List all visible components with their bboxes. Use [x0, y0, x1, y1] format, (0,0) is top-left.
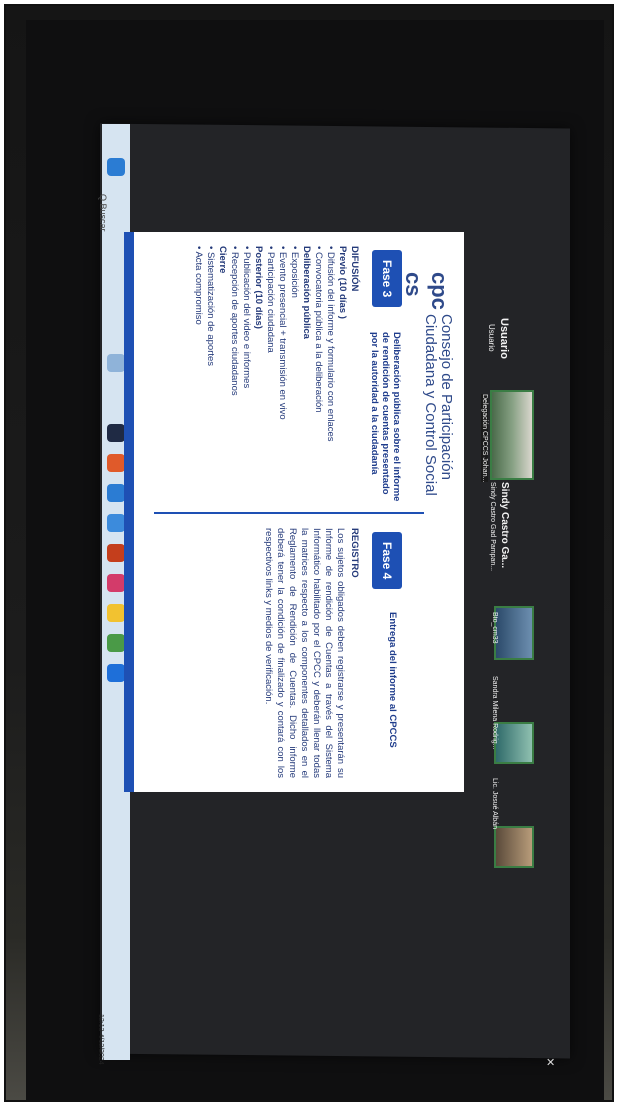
main-participant-sub: Usuario [487, 324, 496, 352]
fase3-item: • Exposición [289, 246, 300, 298]
photo-frame: Q Buscar 12:13 4/12/2024 Usuario Usuario… [4, 4, 614, 1102]
fase4-title: Entrega del informe al CPCCS [387, 612, 398, 748]
main-participant-name: Usuario [498, 318, 510, 359]
close-icon[interactable]: ✕ [546, 1056, 555, 1069]
participant-label: Delegación CPCCS Johan... [481, 394, 488, 483]
participant-video[interactable] [494, 722, 534, 764]
windows-start-icon[interactable] [107, 158, 125, 176]
fase4-body: Los sujetos obligados deben registrarse … [263, 528, 346, 778]
fase3-item: Posterior (10 días) [253, 246, 264, 329]
participant-label: Lic. Josué Albán [491, 778, 498, 829]
org-name: Consejo de Participación Ciudadana y Con… [422, 314, 455, 496]
powerpoint-icon[interactable] [107, 544, 125, 562]
presentation-slide: cpc cs Consejo de Participación Ciudadan… [124, 232, 464, 792]
fase3-item: • Participación ciudadana [265, 246, 276, 353]
org-line-2: Ciudadana y Control Social [422, 314, 439, 496]
cpccs-logo: cpc cs [401, 272, 452, 310]
fase4-badge: Fase 4 [372, 532, 402, 590]
fase3-item: Deliberación pública [301, 246, 312, 339]
fase3-list: DIFUSIÓN Previo (10 días ) • Difusión de… [192, 246, 360, 506]
participant-name: Sindy Castro Ga... [499, 482, 510, 569]
folder-icon[interactable] [107, 604, 125, 622]
fase3-item: • Convocatoria pública a la deliberación [313, 246, 324, 413]
fase3-item: • Recepción de aportes ciudadanos [229, 246, 240, 396]
slide-content: cpc cs Consejo de Participación Ciudadan… [134, 232, 464, 792]
fase3-badge: Fase 3 [372, 250, 402, 308]
clock-time: 12:13 [97, 1014, 104, 1032]
fase4-heading: REGISTRO [349, 528, 360, 578]
fase3-item: DIFUSIÓN [349, 246, 360, 292]
participant-label: Sandra Milena Rodrig... [491, 676, 498, 750]
app-icon[interactable] [107, 424, 125, 442]
fase3-item: • Sistematización de aportes [205, 246, 216, 367]
participant-video[interactable] [490, 390, 534, 480]
fase3-item: Previo (10 días ) [337, 246, 348, 319]
clock-date: 4/12/2024 [97, 1033, 104, 1065]
participant-label: Sindy Castro Gad Pampan... [489, 482, 496, 572]
widgets-icon[interactable] [107, 354, 125, 372]
fase3-title: Deliberación pública sobre el informe de… [369, 332, 402, 502]
org-line-1: Consejo de Participación [438, 314, 455, 480]
participant-video[interactable] [494, 606, 534, 660]
participant-label: Bto_cm33 [491, 612, 498, 644]
fase3-item: • Acta compromiso [193, 246, 204, 325]
taskbar-search[interactable]: Q Buscar [98, 194, 108, 232]
edge-icon[interactable] [107, 484, 125, 502]
taskbar-clock: 12:13 4/12/2024 [97, 1014, 104, 1065]
fase3-item: Cierre [217, 246, 228, 274]
app-icon[interactable] [107, 574, 125, 592]
app-icon[interactable] [107, 514, 125, 532]
participant-video[interactable] [494, 826, 534, 868]
app-icon[interactable] [107, 454, 125, 472]
zoom-icon[interactable] [107, 664, 125, 682]
chrome-icon[interactable] [107, 634, 125, 652]
fase3-item: • Difusión del informe y formulario con … [325, 246, 336, 442]
fase3-item: • Publicación del video e informes [241, 246, 252, 389]
column-divider [154, 512, 424, 514]
fase3-item: • Evento presencial + transmisión en viv… [277, 246, 288, 420]
